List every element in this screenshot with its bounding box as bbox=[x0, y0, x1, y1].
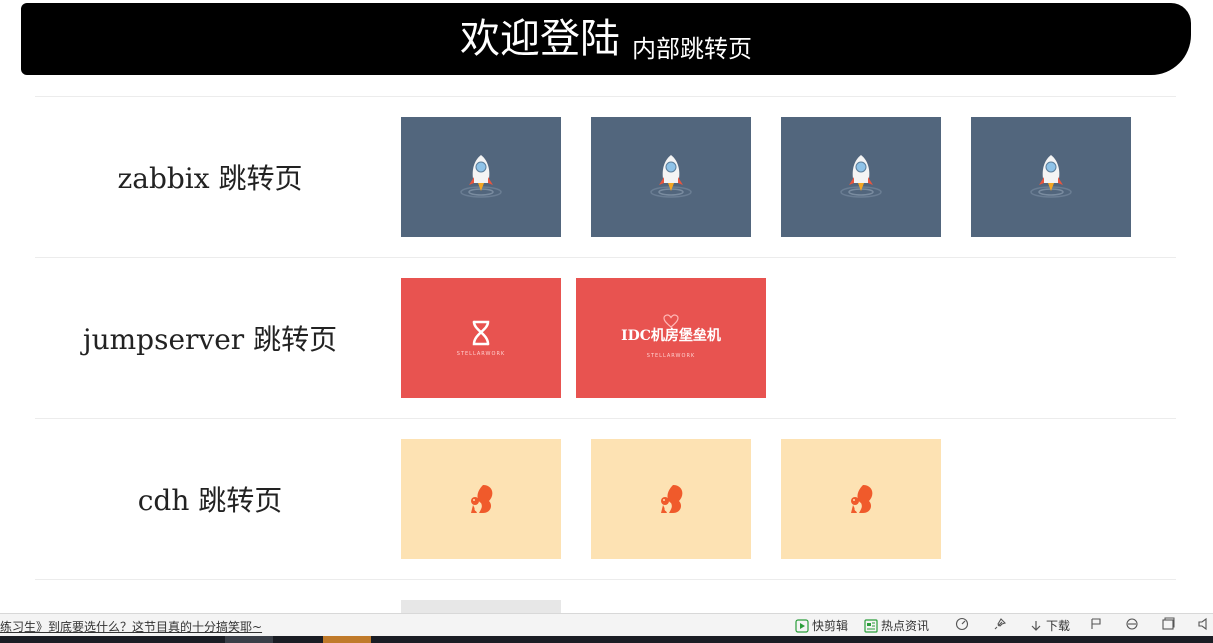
news-ticker-link[interactable]: 练习生》到底要选什么？这节目真的十分搞笑耶~ bbox=[0, 618, 262, 635]
news-icon bbox=[864, 618, 878, 633]
cdh-link-tile-1[interactable] bbox=[401, 439, 561, 559]
zabbix-link-tile-4[interactable] bbox=[971, 117, 1131, 237]
tile-caption: STELLARWORK bbox=[456, 351, 506, 357]
pin-icon[interactable] bbox=[993, 617, 1007, 631]
zabbix-link-tile-1[interactable] bbox=[401, 117, 561, 237]
squirrel-icon bbox=[851, 485, 873, 513]
hot-news-button[interactable]: 热点资讯 bbox=[864, 617, 929, 634]
rocket-icon bbox=[460, 155, 502, 198]
squirrel-icon bbox=[661, 485, 683, 513]
zabbix-link-tile-3[interactable] bbox=[781, 117, 941, 237]
zabbix-link-tile-2[interactable] bbox=[591, 117, 751, 237]
jumpserver-logo-icon bbox=[472, 320, 490, 346]
next-row bbox=[35, 579, 1176, 614]
jumpserver-row: jumpserver 跳转页 STELLARWORK IDC机房堡垒机 STEL… bbox=[35, 257, 1176, 418]
browser-e-icon[interactable] bbox=[1125, 617, 1139, 631]
jumpserver-label: jumpserver 跳转页 bbox=[82, 323, 338, 356]
os-taskbar bbox=[0, 636, 1213, 643]
hot-news-label: 热点资讯 bbox=[881, 619, 930, 633]
page-title: 欢迎登陆 bbox=[460, 16, 620, 62]
accelerate-icon[interactable] bbox=[955, 617, 969, 631]
cdh-link-tile-3[interactable] bbox=[781, 439, 941, 559]
taskbar-item[interactable] bbox=[323, 636, 371, 643]
next-link-tile-1[interactable] bbox=[401, 600, 561, 614]
jumpserver-link-tile-2[interactable]: IDC机房堡垒机 STELLARWORK bbox=[576, 278, 766, 398]
taskbar-item[interactable] bbox=[225, 636, 273, 643]
download-arrow-icon bbox=[1031, 620, 1041, 631]
quick-edit-button[interactable]: 快剪辑 bbox=[795, 617, 848, 634]
squirrel-icon bbox=[471, 485, 493, 513]
browser-status-bar: 练习生》到底要选什么？这节目真的十分搞笑耶~ 快剪辑 热点资讯 下载 bbox=[0, 613, 1213, 636]
page-subtitle: 内部跳转页 bbox=[632, 34, 752, 63]
download-label: 下载 bbox=[1046, 619, 1071, 633]
cdh-label: cdh 跳转页 bbox=[137, 484, 283, 517]
rocket-icon bbox=[840, 155, 882, 198]
quick-edit-label: 快剪辑 bbox=[812, 619, 849, 633]
cdh-row: cdh 跳转页 bbox=[35, 418, 1176, 579]
speaker-icon[interactable] bbox=[1197, 617, 1211, 631]
jumpserver-link-tile-1[interactable]: STELLARWORK bbox=[401, 278, 561, 398]
page-header: 欢迎登陆 内部跳转页 bbox=[21, 3, 1191, 75]
rocket-icon bbox=[1030, 155, 1072, 198]
rocket-icon bbox=[650, 155, 692, 198]
cdh-link-tile-2[interactable] bbox=[591, 439, 751, 559]
tile-title: IDC机房堡垒机 bbox=[621, 328, 721, 344]
play-icon bbox=[795, 618, 809, 633]
zabbix-label: zabbix 跳转页 bbox=[117, 162, 303, 195]
download-button[interactable]: 下载 bbox=[1029, 617, 1070, 634]
window-icon[interactable] bbox=[1161, 617, 1175, 631]
flag-icon[interactable] bbox=[1089, 617, 1103, 631]
zabbix-row: zabbix 跳转页 bbox=[35, 96, 1176, 257]
tile-caption: STELLARWORK bbox=[646, 353, 696, 359]
